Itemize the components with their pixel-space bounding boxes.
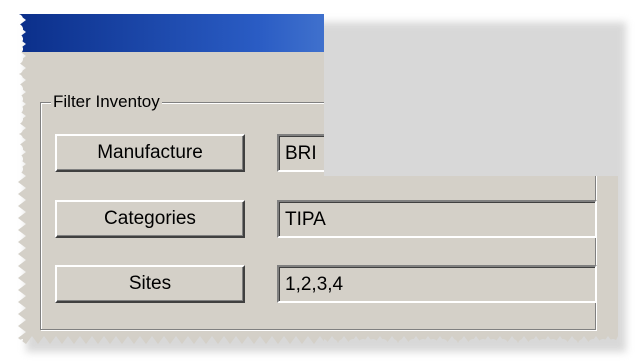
categories-button[interactable]: Categories: [55, 200, 245, 238]
sites-field[interactable]: [277, 265, 597, 303]
filter-inventory-group-title: Filter Inventoy: [51, 92, 162, 112]
screenshot-stage: Filter Inventoy Manufacture Categories S…: [0, 0, 637, 362]
dialog-window: Filter Inventoy Manufacture Categories S…: [18, 14, 618, 344]
title-bar[interactable]: [18, 14, 618, 52]
manufacture-button[interactable]: Manufacture: [55, 134, 245, 172]
sites-button[interactable]: Sites: [55, 265, 245, 303]
manufacture-field[interactable]: [277, 134, 597, 172]
categories-field[interactable]: [277, 200, 597, 238]
